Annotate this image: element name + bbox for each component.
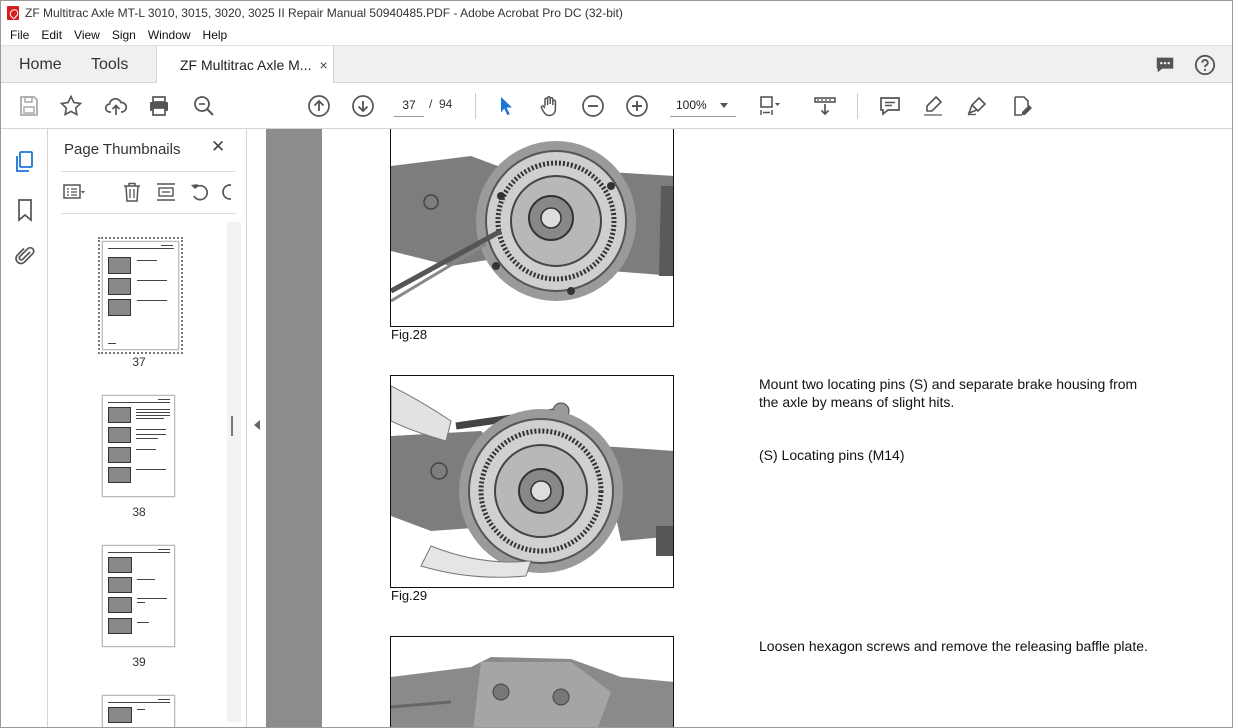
toolbar-divider	[857, 93, 858, 119]
figure-29-instruction: Mount two locating pins (S) and separate…	[759, 376, 1138, 410]
figure-29-note: (S) Locating pins (M14)	[759, 447, 905, 463]
insert-page-icon[interactable]	[155, 181, 177, 203]
zoom-level-value: 100%	[676, 98, 707, 112]
previous-page-icon[interactable]	[307, 94, 331, 118]
menu-edit[interactable]: Edit	[35, 28, 68, 42]
comment-bubble-icon[interactable]	[1154, 54, 1176, 76]
menu-file[interactable]: File	[4, 28, 35, 42]
upload-cloud-icon[interactable]	[104, 94, 128, 118]
acrobat-logo-icon	[7, 6, 19, 20]
rotate-left-icon[interactable]	[189, 181, 211, 203]
document-view[interactable]: Fig.28 Fig.29 Mount two locating pins (S…	[266, 129, 1232, 727]
scroll-mode-icon[interactable]	[813, 94, 837, 118]
menu-sign[interactable]: Sign	[106, 28, 142, 42]
page-fit-icon[interactable]	[757, 94, 781, 118]
save-icon[interactable]	[17, 94, 41, 118]
page-separator: /	[429, 97, 433, 111]
edit-pdf-icon[interactable]	[1010, 94, 1034, 118]
sign-pen-icon[interactable]	[965, 94, 989, 118]
menu-window[interactable]: Window	[142, 28, 197, 42]
page-thumbnails-icon[interactable]	[13, 150, 37, 174]
panel-splitter[interactable]	[248, 129, 266, 727]
tab-document[interactable]: ZF Multitrac Axle M... ×	[156, 46, 334, 84]
next-page-icon[interactable]	[351, 94, 375, 118]
thumbnail-number: 39	[132, 655, 146, 669]
chevron-down-icon	[720, 103, 728, 108]
window-title: ZF Multitrac Axle MT-L 3010, 3015, 3020,…	[25, 6, 623, 20]
figure-30-image	[390, 636, 674, 727]
menu-bar: File Edit View Sign Window Help	[1, 25, 1232, 45]
thumbnail-page-38[interactable]	[102, 395, 175, 497]
menu-help[interactable]: Help	[197, 28, 234, 42]
total-pages: 94	[439, 97, 453, 111]
page-thumbnails-panel: Page Thumbnails ✕ 37 38 39	[49, 129, 247, 727]
highlight-pen-icon[interactable]	[921, 94, 945, 118]
thumbnail-number: 37	[132, 355, 146, 369]
title-bar: ZF Multitrac Axle MT-L 3010, 3015, 3020,…	[1, 1, 1232, 25]
zoom-search-icon[interactable]	[192, 94, 216, 118]
comment-icon[interactable]	[878, 94, 902, 118]
print-icon[interactable]	[147, 94, 171, 118]
figure-28-image	[390, 129, 674, 327]
select-cursor-icon[interactable]	[494, 94, 518, 118]
toolbar-divider	[475, 93, 476, 119]
figure-28-caption: Fig.28	[391, 327, 428, 342]
panel-title: Page Thumbnails	[64, 141, 181, 158]
panel-close-button[interactable]: ✕	[211, 138, 227, 155]
thumbnail-scrollbar[interactable]	[227, 222, 241, 722]
star-icon[interactable]	[59, 94, 83, 118]
navigation-rail	[1, 129, 48, 727]
tab-tools[interactable]: Tools	[91, 46, 128, 83]
figure-30-instruction: Loosen hexagon screws and remove the rel…	[759, 638, 1148, 654]
hand-tool-icon[interactable]	[537, 94, 561, 118]
pdf-page: Fig.28 Fig.29 Mount two locating pins (S…	[322, 129, 1232, 727]
zoom-in-icon[interactable]	[625, 94, 649, 118]
thumbnail-tools	[61, 171, 236, 214]
collapse-panel-icon[interactable]	[254, 420, 260, 430]
acrobat-window: ZF Multitrac Axle MT-L 3010, 3015, 3020,…	[0, 0, 1233, 728]
thumbnail-page-37[interactable]	[98, 237, 183, 354]
paperclip-icon[interactable]	[13, 244, 37, 268]
thumbnail-page-39[interactable]	[102, 545, 175, 647]
rotate-right-icon[interactable]	[219, 181, 231, 203]
delete-page-icon[interactable]	[121, 181, 143, 203]
figure-29-image	[390, 375, 674, 588]
main-toolbar: 37 / 94 100%	[1, 83, 1232, 129]
zoom-out-icon[interactable]	[581, 94, 605, 118]
document-tab-close-button[interactable]: ×	[319, 57, 327, 73]
zoom-level-select[interactable]: 100%	[670, 93, 736, 117]
page-number-input[interactable]: 37	[394, 93, 424, 117]
figure-29-caption: Fig.29	[391, 588, 428, 603]
help-icon[interactable]	[1194, 54, 1216, 76]
tab-home[interactable]: Home	[19, 46, 62, 83]
tab-bar: Home Tools ZF Multitrac Axle M... ×	[1, 45, 1232, 84]
menu-view[interactable]: View	[68, 28, 106, 42]
thumbnail-options-icon[interactable]	[63, 181, 85, 203]
thumbnail-number: 38	[132, 505, 146, 519]
thumbnail-page-40[interactable]	[102, 695, 175, 727]
panel-resize-grip[interactable]	[231, 416, 233, 436]
bookmark-icon[interactable]	[13, 198, 37, 222]
document-tab-label: ZF Multitrac Axle M...	[180, 57, 312, 73]
